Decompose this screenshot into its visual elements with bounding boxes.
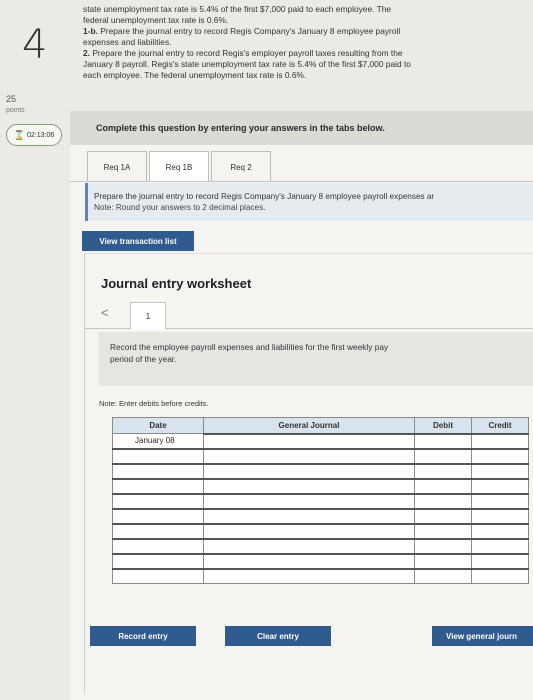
account-input[interactable] (203, 522, 415, 539)
account-input[interactable] (203, 432, 415, 449)
date-cell (112, 462, 204, 479)
header-debit: Debit (414, 417, 472, 434)
table-row: January 08 (112, 432, 529, 449)
date-cell (112, 537, 204, 554)
date-cell: January 08 (112, 433, 204, 449)
view-transaction-list-button[interactable]: View transaction list (82, 231, 194, 251)
answer-panel: Req 1A Req 1B Req 2 Prepare the journal … (70, 145, 533, 700)
tab-req-2[interactable]: Req 2 (211, 151, 271, 182)
debit-input[interactable] (414, 567, 472, 584)
debit-input[interactable] (414, 462, 472, 479)
credit-input[interactable] (471, 552, 529, 569)
tab-bar: Req 1A Req 1B Req 2 (87, 151, 273, 182)
question-part-1b: 1-b. Prepare the journal entry to record… (83, 26, 401, 36)
credit-input[interactable] (471, 432, 529, 449)
debit-input[interactable] (414, 552, 472, 569)
question-part-2: 2. Prepare the journal entry to record R… (83, 48, 403, 58)
table-row (112, 477, 529, 494)
table-row (112, 507, 529, 524)
table-row (112, 567, 529, 584)
question-line: each employee. The federal unemployment … (83, 70, 307, 80)
table-row (112, 537, 529, 554)
date-cell (112, 567, 204, 584)
account-input[interactable] (203, 567, 415, 584)
account-input[interactable] (203, 477, 415, 494)
header-credit: Credit (471, 417, 529, 434)
account-input[interactable] (203, 507, 415, 524)
question-line: January 8 payroll. Regis's state unemplo… (83, 59, 411, 69)
header-general-journal: General Journal (203, 417, 415, 434)
points-value: 25 points (6, 93, 25, 117)
date-cell (112, 522, 204, 539)
tab-divider (70, 181, 533, 182)
entry-tab-1[interactable]: 1 (130, 302, 166, 330)
points-label: points (6, 107, 25, 114)
account-input[interactable] (203, 462, 415, 479)
debit-input[interactable] (414, 522, 472, 539)
debit-input[interactable] (414, 477, 472, 494)
entry-navigation: < 1 (85, 302, 533, 330)
debit-input[interactable] (414, 492, 472, 509)
debit-input[interactable] (414, 432, 472, 449)
date-cell (112, 477, 204, 494)
table-header: Date General Journal Debit Credit (112, 417, 529, 434)
requirement-text: Prepare the journal entry to record Regi… (94, 192, 435, 201)
debit-input[interactable] (414, 447, 472, 464)
record-entry-button[interactable]: Record entry (90, 626, 196, 646)
credit-input[interactable] (471, 522, 529, 539)
timer-text: 02:13:06 (26, 131, 55, 139)
credit-input[interactable] (471, 507, 529, 524)
header-date: Date (112, 417, 204, 434)
date-cell (112, 552, 204, 569)
instructions-bar: Complete this question by entering your … (70, 111, 533, 145)
question-line: federal unemployment tax rate is 0.6%. (83, 15, 229, 25)
debit-input[interactable] (414, 537, 472, 554)
question-line: expenses and liabilities. (83, 37, 172, 47)
record-text: Record the employee payroll expenses and… (110, 342, 389, 352)
date-cell (112, 492, 204, 509)
table-row (112, 447, 529, 464)
requirement-note: Note: Round your answers to 2 decimal pl… (94, 203, 266, 212)
credit-input[interactable] (471, 537, 529, 554)
account-input[interactable] (203, 447, 415, 464)
clear-entry-button[interactable]: Clear entry (225, 626, 331, 646)
timer-badge: ⌛ 02:13:06 (6, 124, 62, 146)
debits-note: Note: Enter debits before credits. (99, 399, 209, 408)
record-text: period of the year. (110, 354, 177, 364)
points-number: 25 (6, 94, 17, 104)
date-cell (112, 507, 204, 524)
credit-input[interactable] (471, 492, 529, 509)
account-input[interactable] (203, 552, 415, 569)
worksheet-title: Journal entry worksheet (101, 276, 252, 291)
question-number: 4 (22, 22, 48, 68)
tab-req-1b[interactable]: Req 1B (149, 151, 209, 182)
table-row (112, 462, 529, 479)
account-input[interactable] (203, 492, 415, 509)
record-instruction: Record the employee payroll expenses and… (99, 332, 533, 386)
table-row (112, 522, 529, 539)
chevron-left-icon[interactable]: < (101, 305, 109, 320)
question-line: state unemployment tax rate is 5.4% of t… (83, 4, 392, 14)
credit-input[interactable] (471, 567, 529, 584)
credit-input[interactable] (471, 477, 529, 494)
table-row (112, 552, 529, 569)
account-input[interactable] (203, 537, 415, 554)
view-general-journal-button[interactable]: View general journ (432, 626, 533, 646)
question-text: state unemployment tax rate is 5.4% of t… (83, 4, 523, 81)
credit-input[interactable] (471, 462, 529, 479)
table-row (112, 492, 529, 509)
debit-input[interactable] (414, 507, 472, 524)
journal-table: Date General Journal Debit Credit Januar… (112, 417, 529, 584)
tab-req-1a[interactable]: Req 1A (87, 151, 147, 182)
hourglass-icon: ⌛ (13, 129, 25, 140)
credit-input[interactable] (471, 447, 529, 464)
requirement-box: Prepare the journal entry to record Regi… (85, 183, 533, 221)
date-cell (112, 447, 204, 464)
